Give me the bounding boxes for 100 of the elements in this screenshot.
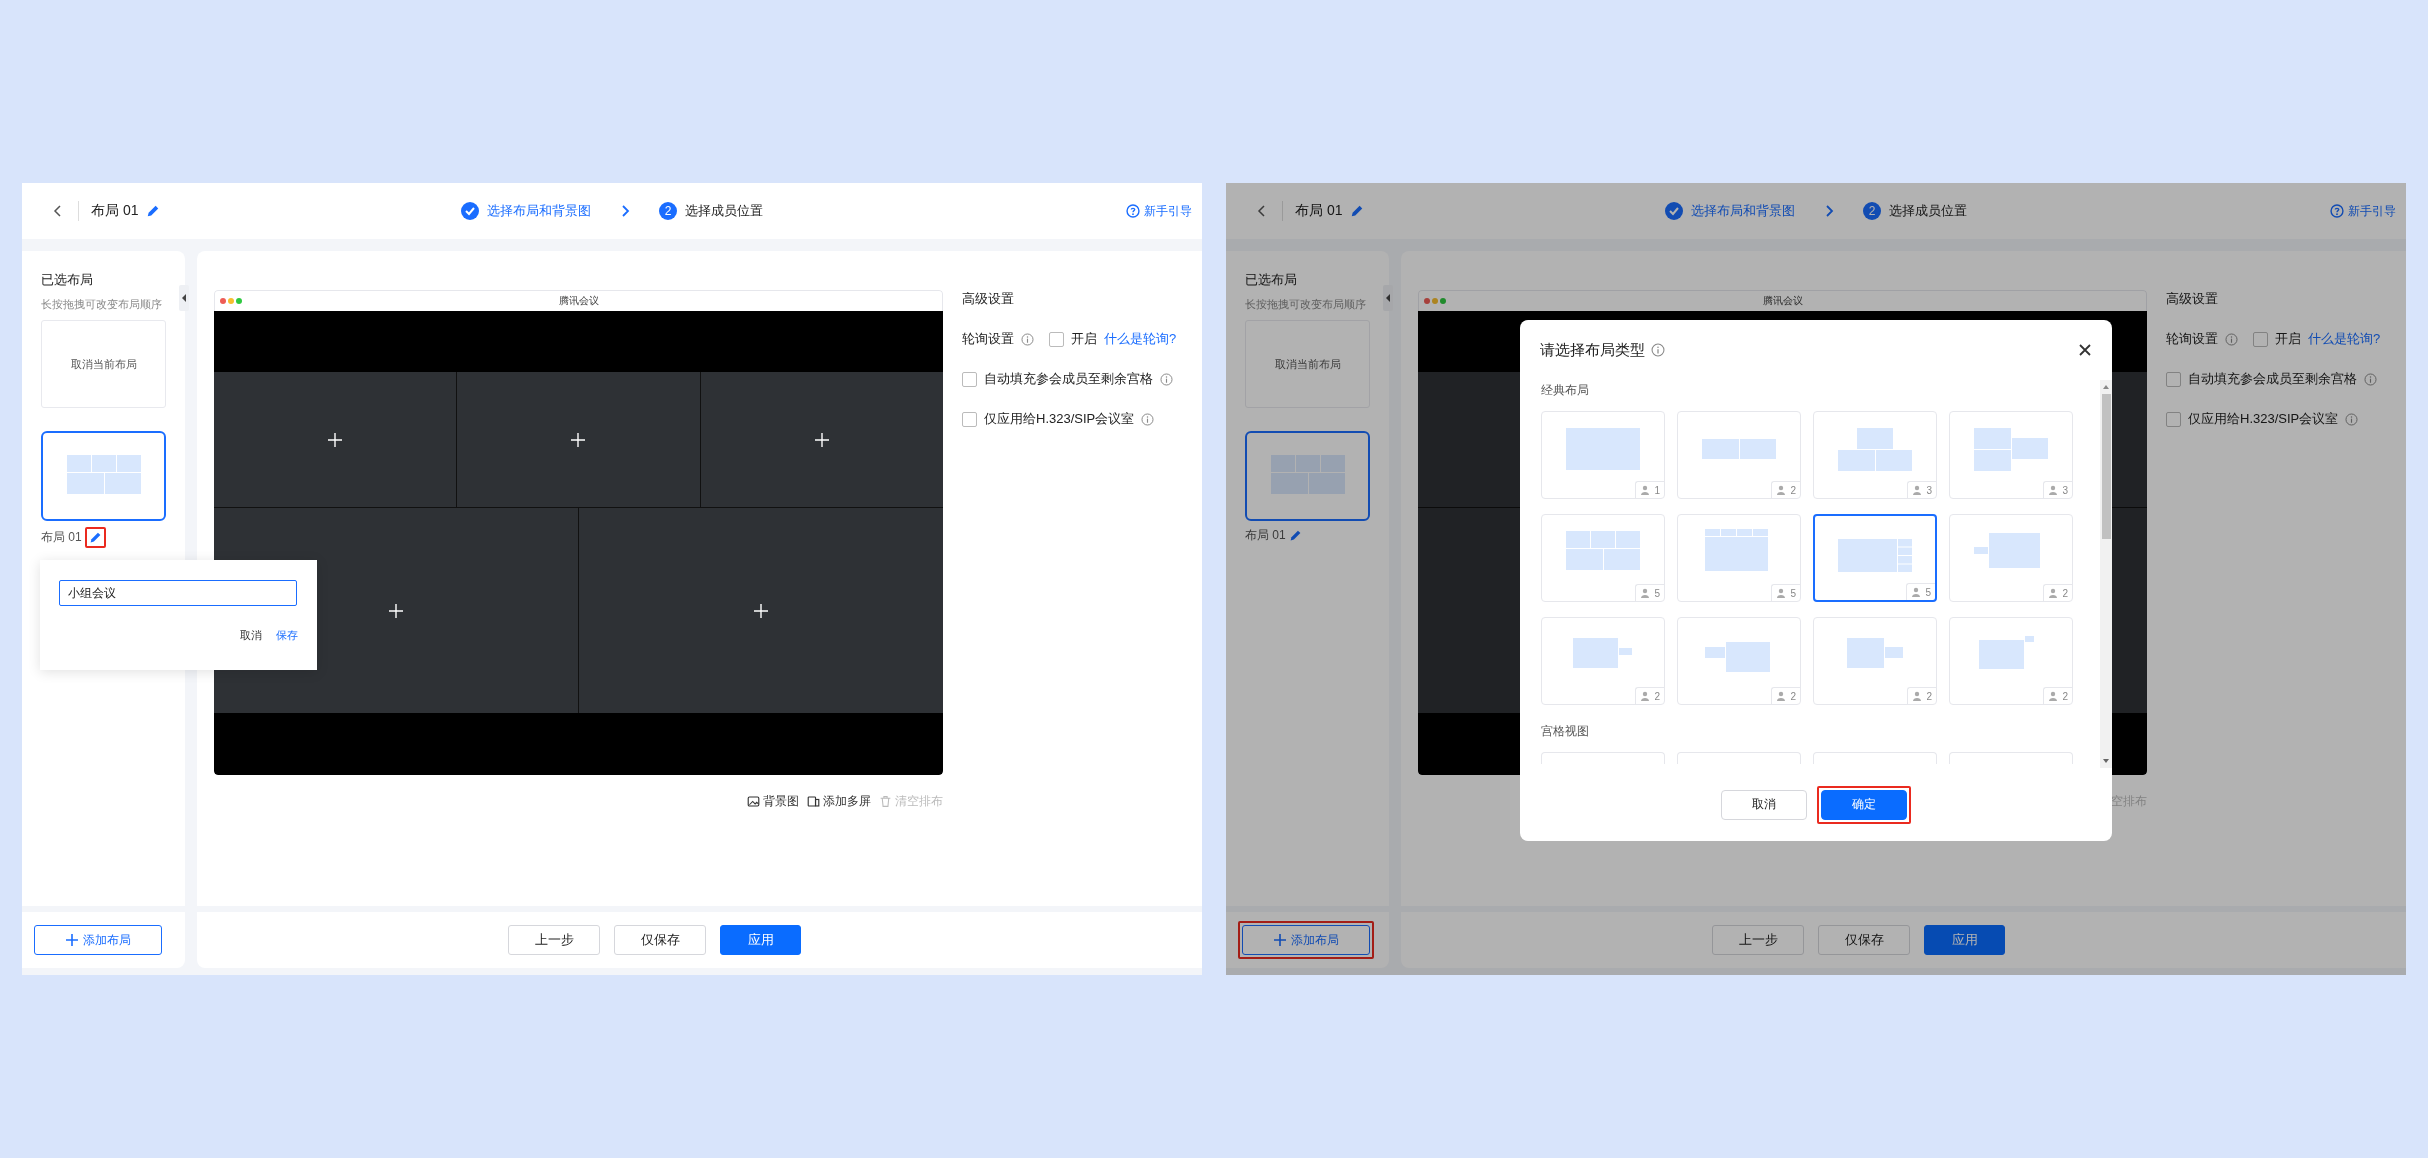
help-icon[interactable] — [2330, 204, 2344, 218]
dialog-title: 请选择布局类型 — [1540, 340, 1645, 360]
toolbar-item[interactable]: 添加多屏 — [807, 793, 871, 810]
footer-button[interactable]: 应用 — [1924, 925, 2005, 955]
participant-count: 5 — [1906, 583, 1935, 600]
layout-title: 布局 01 — [1295, 202, 1343, 220]
section-label: 宫格视图 — [1541, 723, 1589, 740]
checkbox[interactable] — [2166, 371, 2181, 387]
person-icon — [1640, 588, 1651, 598]
scroll-down-icon[interactable] — [2102, 758, 2110, 764]
participant-count: 1 — [1635, 481, 1664, 498]
footer-button[interactable]: 应用 — [720, 925, 801, 955]
participant-count: 2 — [1907, 687, 1936, 704]
footer-button[interactable]: 上一步 — [508, 925, 600, 955]
layout-card[interactable]: 5 — [1813, 514, 1937, 602]
step-label[interactable]: 选择布局和背景图 — [1691, 202, 1795, 220]
info-icon[interactable] — [2364, 372, 2377, 386]
footer-button[interactable]: 仅保存 — [1818, 925, 1910, 955]
checkbox-label: 仅应用给H.323/SIP会议室 — [984, 410, 1135, 428]
check-circle-icon — [461, 202, 479, 220]
add-icon[interactable] — [388, 602, 404, 619]
image-icon — [747, 795, 760, 808]
layout-card[interactable]: 3 — [1949, 411, 2073, 499]
info-icon[interactable] — [1141, 412, 1155, 426]
participant-count: 2 — [2043, 584, 2072, 601]
participant-count: 3 — [1907, 481, 1936, 498]
edit-icon[interactable] — [1288, 529, 1302, 542]
person-icon — [1911, 587, 1922, 597]
confirm-button[interactable]: 确定 — [1821, 789, 1907, 820]
checkbox-label: 自动填充参会成员至剩余宫格 — [2188, 370, 2357, 388]
cancel-layout-card[interactable]: 取消当前布局 — [41, 320, 166, 408]
info-icon[interactable] — [1021, 332, 1034, 346]
info-icon[interactable] — [1160, 372, 1173, 386]
participant-count: 5 — [1635, 584, 1664, 601]
footer-button[interactable]: 仅保存 — [614, 925, 706, 955]
checkbox[interactable] — [2166, 411, 2181, 427]
settings-title: 高级设置 — [962, 290, 1015, 308]
help-link[interactable]: 什么是轮询? — [1104, 330, 1177, 348]
add-layout-button[interactable]: 添加布局 — [34, 925, 162, 955]
trash-icon — [879, 795, 892, 808]
layout-card[interactable]: 1 — [1541, 411, 1665, 499]
layout-card[interactable]: 2 — [1949, 514, 2073, 602]
layout-card[interactable]: 2 — [1677, 617, 1801, 705]
cancel-layout-card[interactable]: 取消当前布局 — [1245, 320, 1370, 408]
info-icon[interactable] — [2225, 332, 2238, 346]
edit-icon[interactable] — [1350, 204, 1365, 218]
step-label[interactable]: 选择布局和背景图 — [487, 202, 591, 220]
add-icon[interactable] — [813, 431, 830, 448]
checkbox-label: 开启 — [1071, 330, 1097, 348]
checkbox[interactable] — [2253, 331, 2268, 347]
add-icon[interactable] — [570, 431, 587, 448]
participant-count: 2 — [2043, 687, 2072, 704]
sidebar-title: 已选布局 — [1245, 271, 1298, 289]
add-icon[interactable] — [327, 431, 344, 448]
info-icon[interactable] — [1651, 343, 1665, 357]
window-title: 腾讯会议 — [558, 294, 599, 308]
layout-card[interactable]: 5 — [1677, 514, 1801, 602]
layout-card[interactable]: 5 — [1541, 514, 1665, 602]
checkbox[interactable] — [1049, 331, 1064, 347]
step-number: 2 — [659, 202, 677, 220]
help-icon[interactable] — [1126, 204, 1140, 218]
save-link[interactable]: 保存 — [276, 628, 298, 643]
person-icon — [1640, 691, 1651, 701]
layout-card[interactable]: 2 — [1541, 617, 1665, 705]
window-title: 腾讯会议 — [1762, 294, 1803, 308]
add-layout-button[interactable]: 添加布局 — [1242, 925, 1370, 955]
checkbox[interactable] — [962, 411, 977, 427]
checkbox-label: 开启 — [2275, 330, 2301, 348]
sidebar-hint: 长按拖拽可改变布局顺序 — [1245, 297, 1367, 312]
screens-icon — [807, 795, 820, 808]
participant-count: 2 — [1771, 687, 1800, 704]
person-icon — [2048, 485, 2059, 495]
layout-card[interactable]: 2 — [1677, 411, 1801, 499]
guide-link[interactable]: 新手引导 — [2330, 202, 2396, 220]
window-dots-icon — [219, 297, 245, 305]
edit-icon[interactable] — [146, 204, 161, 218]
checkbox[interactable] — [962, 371, 977, 387]
layout-thumbnail[interactable] — [41, 431, 166, 521]
step-label[interactable]: 选择成员位置 — [685, 202, 763, 220]
cancel-button[interactable]: 取消 — [1721, 789, 1807, 820]
guide-link[interactable]: 新手引导 — [1126, 202, 1192, 220]
scrollbar[interactable] — [2100, 380, 2112, 768]
participant-count: 2 — [1635, 687, 1664, 704]
step-label[interactable]: 选择成员位置 — [1889, 202, 1967, 220]
scroll-up-icon[interactable] — [2102, 384, 2110, 390]
help-link[interactable]: 什么是轮询? — [2308, 330, 2381, 348]
cancel-link[interactable]: 取消 — [240, 628, 262, 643]
collapse-tab-icon[interactable] — [1383, 285, 1393, 311]
layout-card[interactable]: 2 — [1949, 617, 2073, 705]
close-icon[interactable] — [2078, 343, 2092, 357]
toolbar-item[interactable]: 背景图 — [747, 793, 799, 810]
info-icon[interactable] — [2345, 412, 2359, 426]
layout-card[interactable]: 2 — [1813, 617, 1937, 705]
add-icon[interactable] — [753, 602, 769, 619]
section-label: 经典布局 — [1541, 382, 1589, 399]
name-input[interactable]: 小组会议 — [59, 580, 297, 606]
layout-card[interactable]: 3 — [1813, 411, 1937, 499]
footer-button[interactable]: 上一步 — [1712, 925, 1804, 955]
collapse-tab-icon[interactable] — [179, 285, 189, 311]
layout-thumbnail[interactable] — [1245, 431, 1370, 521]
